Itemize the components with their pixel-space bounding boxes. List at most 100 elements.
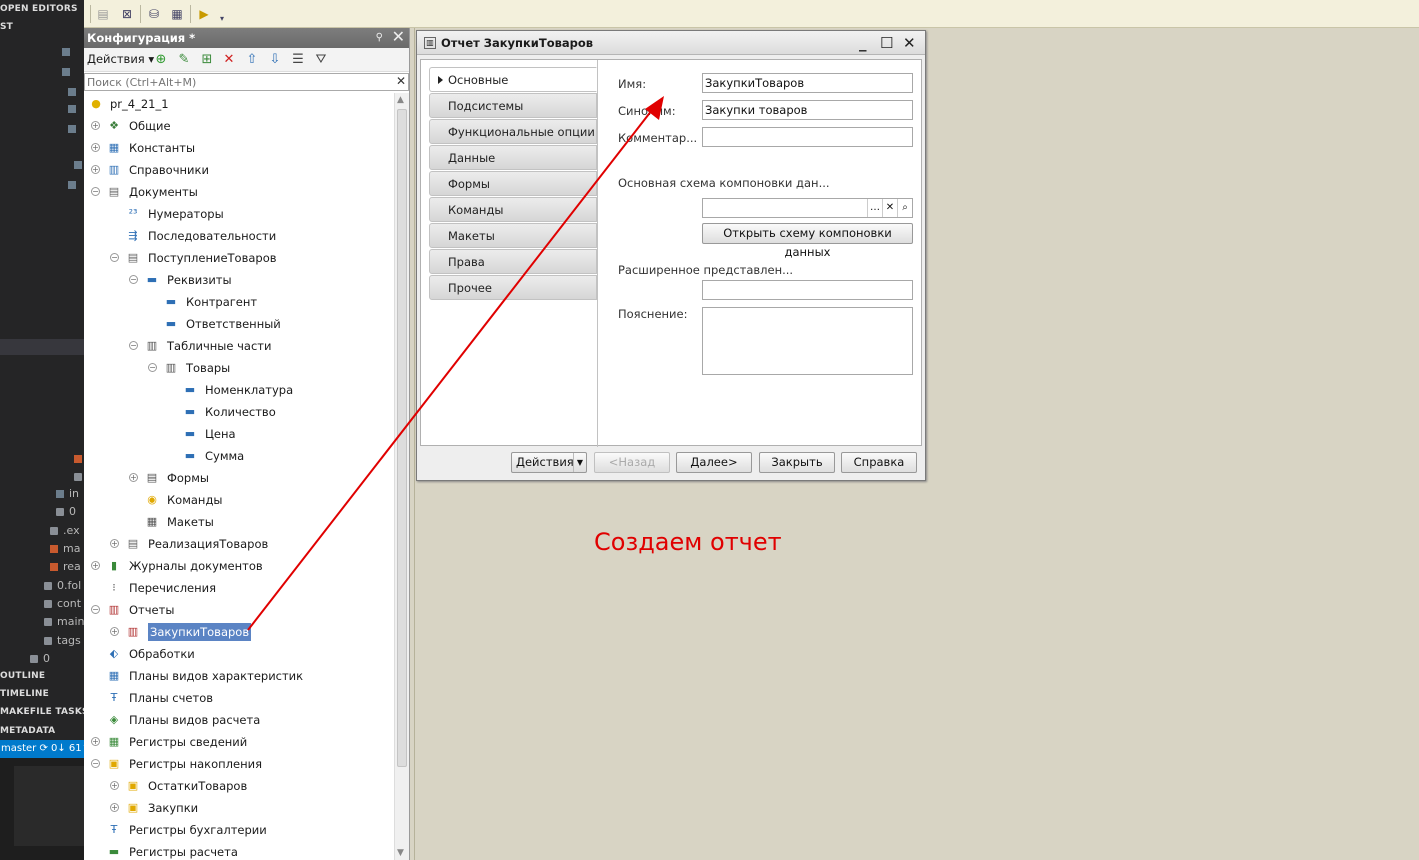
actions-dropdown-button[interactable]: Действия ▼ (511, 452, 587, 473)
close-icon[interactable]: ✕ (392, 27, 405, 47)
tree-item[interactable]: Ŧ Планы счетов (84, 687, 394, 709)
tree-item[interactable]: − ▤ Документы (84, 181, 394, 203)
tree-item[interactable]: ⁝ Перечисления (84, 577, 394, 599)
pin-icon[interactable]: ⚲ (376, 28, 383, 48)
new-document-icon[interactable]: ▤ (94, 5, 112, 23)
file-item[interactable]: cont (44, 597, 81, 610)
expand-icon[interactable]: + (91, 165, 100, 174)
tree-item[interactable]: ⇶ Последовательности (84, 225, 394, 247)
selected-file-row[interactable] (0, 339, 84, 355)
move-down-icon[interactable]: ⇩ (267, 52, 283, 68)
sort-icon[interactable]: ☰ (290, 52, 306, 68)
expand-icon[interactable]: + (110, 781, 119, 790)
collapse-icon[interactable]: − (110, 253, 119, 262)
tree-item[interactable]: ²³ Нумераторы (84, 203, 394, 225)
tree-item[interactable]: + ▥ ЗакупкиТоваров (84, 621, 394, 643)
tree-item[interactable]: + ▤ РеализацияТоваров (84, 533, 394, 555)
help-button[interactable]: Справка (841, 452, 917, 473)
file-item[interactable]: ma (50, 542, 80, 555)
tree-item[interactable]: ● pr_4_21_1 (84, 93, 394, 115)
tree-item[interactable]: ◈ Планы видов расчета (84, 709, 394, 731)
tree-item[interactable]: + ▥ Справочники (84, 159, 394, 181)
metadata-header[interactable]: METADATA (0, 726, 55, 736)
expand-icon[interactable]: + (91, 561, 100, 570)
name-field[interactable]: ЗакупкиТоваров (702, 73, 913, 93)
file-item[interactable]: 0 (56, 505, 76, 518)
back-button[interactable]: <Назад (594, 452, 670, 473)
scroll-down-icon[interactable]: ▼ (397, 848, 404, 858)
tree-item[interactable]: ▬ Сумма (84, 445, 394, 467)
maximize-icon[interactable]: ☐ (880, 31, 893, 55)
outline-header[interactable]: OUTLINE (0, 671, 45, 681)
tree-item[interactable]: + ▦ Константы (84, 137, 394, 159)
move-up-icon[interactable]: ⇧ (244, 52, 260, 68)
tree-item[interactable]: Ŧ Регистры бухгалтерии (84, 819, 394, 841)
tree-scrollbar[interactable]: ▲ ▼ (394, 93, 409, 860)
tree-item[interactable]: + ▦ Регистры сведений (84, 731, 394, 753)
file-item[interactable]: 0.fol (44, 579, 81, 592)
file-item[interactable]: tags (44, 634, 81, 647)
tab-other[interactable]: Прочее (429, 275, 597, 300)
tree-item[interactable]: ▬ Количество (84, 401, 394, 423)
git-branch-status[interactable]: master ⟳ 0↓ 61↑ (0, 740, 84, 758)
tab-commands[interactable]: Команды (429, 197, 597, 222)
collapse-icon[interactable]: − (148, 363, 157, 372)
add-icon[interactable]: ⊕ (153, 52, 169, 68)
tree-item[interactable]: ▦ Макеты (84, 511, 394, 533)
tree-item[interactable]: − ▥ Табличные части (84, 335, 394, 357)
next-button[interactable]: Далее> (676, 452, 752, 473)
expand-icon[interactable]: + (110, 803, 119, 812)
database-icon[interactable]: ⛁ (145, 5, 163, 23)
collapse-icon[interactable]: − (129, 275, 138, 284)
expand-icon[interactable]: + (110, 539, 119, 548)
tab-basic[interactable]: Основные (429, 67, 597, 92)
tab-data[interactable]: Данные (429, 145, 597, 170)
tree-item[interactable]: ▬ Цена (84, 423, 394, 445)
explorer-section-header[interactable]: ST (0, 22, 13, 32)
collapse-icon[interactable]: − (129, 341, 138, 350)
tab-templates[interactable]: Макеты (429, 223, 597, 248)
file-item[interactable]: main (44, 615, 84, 628)
tree-item[interactable]: + ▤ Формы (84, 467, 394, 489)
tree-item[interactable]: ▬ Номенклатура (84, 379, 394, 401)
tree-item[interactable]: + ▮ Журналы документов (84, 555, 394, 577)
close-window-icon[interactable]: ⊠ (118, 5, 136, 23)
file-item[interactable]: 0 (30, 652, 50, 665)
comment-field[interactable] (702, 127, 913, 147)
open-data-composition-schema-button[interactable]: Открыть схему компоновки данных (702, 223, 913, 259)
minimize-icon[interactable]: _ (859, 31, 867, 55)
search-input[interactable] (85, 74, 385, 90)
tree-item[interactable]: ▦ Планы видов характеристик (84, 665, 394, 687)
clear-icon[interactable]: ✕ (882, 199, 897, 217)
tree-item[interactable]: − ▤ ПоступлениеТоваров (84, 247, 394, 269)
delete-icon[interactable]: ✕ (221, 52, 237, 68)
collapse-icon[interactable]: − (91, 605, 100, 614)
explanation-field[interactable] (702, 307, 913, 375)
tree-item[interactable]: + ❖ Общие (84, 115, 394, 137)
run-debug-icon[interactable]: ▶ (195, 5, 213, 23)
tab-rights[interactable]: Права (429, 249, 597, 274)
tree-item[interactable]: ⬖ Обработки (84, 643, 394, 665)
tree-item[interactable]: ▬ Ответственный (84, 313, 394, 335)
close-icon[interactable]: ✕ (903, 31, 916, 55)
expand-icon[interactable]: + (129, 473, 138, 482)
tree-item[interactable]: + ▣ Закупки (84, 797, 394, 819)
scrollbar-thumb[interactable] (397, 109, 407, 767)
tree-item[interactable]: − ▬ Реквизиты (84, 269, 394, 291)
tree-item[interactable]: − ▥ Товары (84, 357, 394, 379)
file-item[interactable]: in (56, 487, 79, 500)
makefile-tasks-header[interactable]: MAKEFILE TASKS (0, 707, 84, 717)
tree-item[interactable]: ◉ Команды (84, 489, 394, 511)
expand-icon[interactable]: + (91, 121, 100, 130)
collapse-icon[interactable]: − (91, 759, 100, 768)
tree-item[interactable]: ▬ Контрагент (84, 291, 394, 313)
expand-icon[interactable]: + (91, 143, 100, 152)
close-button[interactable]: Закрыть (759, 452, 835, 473)
clear-search-icon[interactable]: ✕ (396, 74, 406, 88)
timeline-header[interactable]: TIMELINE (0, 689, 49, 699)
edit-icon[interactable]: ✎ (176, 52, 192, 68)
select-ellipsis-icon[interactable]: … (867, 199, 882, 217)
table-icon[interactable]: ▦ (168, 5, 186, 23)
chevron-down-icon[interactable]: ▾ (213, 10, 231, 28)
scroll-up-icon[interactable]: ▲ (397, 95, 404, 105)
